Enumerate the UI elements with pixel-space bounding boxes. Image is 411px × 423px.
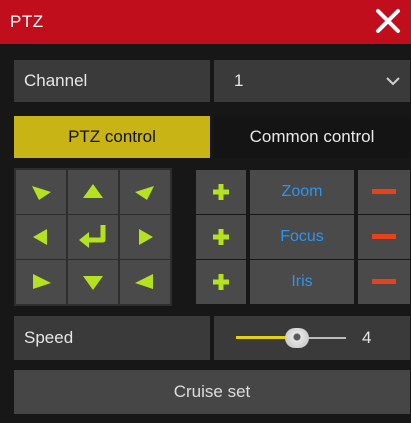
tab-common-control[interactable]: Common control bbox=[214, 116, 410, 158]
arrow-left-icon bbox=[33, 229, 47, 245]
cruise-set-button[interactable]: Cruise set bbox=[14, 370, 410, 414]
pan-right-button[interactable] bbox=[120, 215, 170, 259]
focus-far-button[interactable] bbox=[358, 215, 410, 259]
pan-up-left-button[interactable] bbox=[16, 170, 66, 214]
iris-close-button[interactable] bbox=[358, 260, 410, 304]
channel-select[interactable]: 1 bbox=[214, 60, 410, 102]
plus-icon bbox=[213, 274, 229, 290]
pan-down-button[interactable] bbox=[68, 260, 118, 304]
speed-label: Speed bbox=[24, 328, 74, 347]
plus-icon bbox=[213, 184, 229, 200]
close-icon[interactable] bbox=[373, 6, 403, 36]
arrow-down-left-icon bbox=[33, 274, 51, 289]
speed-divider bbox=[210, 316, 214, 360]
pan-up-right-button[interactable] bbox=[120, 170, 170, 214]
direction-pad bbox=[14, 168, 172, 306]
lens-controls: Zoom Focus Iris bbox=[196, 168, 410, 306]
focus-label: Focus bbox=[250, 215, 354, 259]
arrow-up-left-icon bbox=[32, 186, 51, 200]
speed-row: Speed 4 bbox=[14, 316, 410, 360]
chevron-down-icon bbox=[386, 77, 400, 86]
iris-label-text: Iris bbox=[291, 273, 313, 290]
channel-value: 1 bbox=[234, 71, 244, 90]
pan-down-left-button[interactable] bbox=[16, 260, 66, 304]
iris-label: Iris bbox=[250, 260, 354, 304]
pan-down-right-button[interactable] bbox=[120, 260, 170, 304]
ptz-home-button[interactable] bbox=[68, 215, 118, 259]
minus-icon bbox=[372, 279, 396, 284]
ptz-dialog: PTZ Channel 1 PTZ control Common control bbox=[0, 0, 411, 423]
zoom-out-button[interactable] bbox=[358, 170, 410, 214]
dialog-title: PTZ bbox=[10, 12, 44, 31]
plus-icon bbox=[213, 229, 229, 245]
arrow-down-icon bbox=[83, 276, 103, 290]
title-bar: PTZ bbox=[0, 0, 411, 44]
arrow-right-icon bbox=[139, 229, 153, 245]
zoom-label: Zoom bbox=[250, 170, 354, 214]
channel-label-cell: Channel bbox=[14, 60, 210, 102]
focus-near-button[interactable] bbox=[196, 215, 246, 259]
iris-open-button[interactable] bbox=[196, 260, 246, 304]
zoom-label-text: Zoom bbox=[281, 183, 323, 200]
speed-slider[interactable] bbox=[236, 328, 346, 348]
pan-up-button[interactable] bbox=[68, 170, 118, 214]
pan-left-button[interactable] bbox=[16, 215, 66, 259]
enter-arrow-icon bbox=[79, 225, 106, 248]
minus-icon bbox=[372, 234, 396, 239]
tab-common-control-label: Common control bbox=[249, 127, 375, 146]
slider-thumb[interactable] bbox=[284, 328, 309, 348]
arrow-down-right-icon bbox=[135, 274, 153, 289]
tab-ptz-control[interactable]: PTZ control bbox=[14, 116, 210, 158]
arrow-up-right-icon bbox=[135, 186, 154, 200]
minus-icon bbox=[372, 189, 396, 194]
speed-value: 4 bbox=[362, 328, 372, 347]
arrow-up-icon bbox=[83, 184, 103, 198]
focus-label-text: Focus bbox=[280, 228, 324, 245]
zoom-in-button[interactable] bbox=[196, 170, 246, 214]
cruise-set-label: Cruise set bbox=[173, 382, 251, 401]
channel-label: Channel bbox=[24, 71, 88, 90]
tab-ptz-control-label: PTZ control bbox=[68, 127, 156, 146]
